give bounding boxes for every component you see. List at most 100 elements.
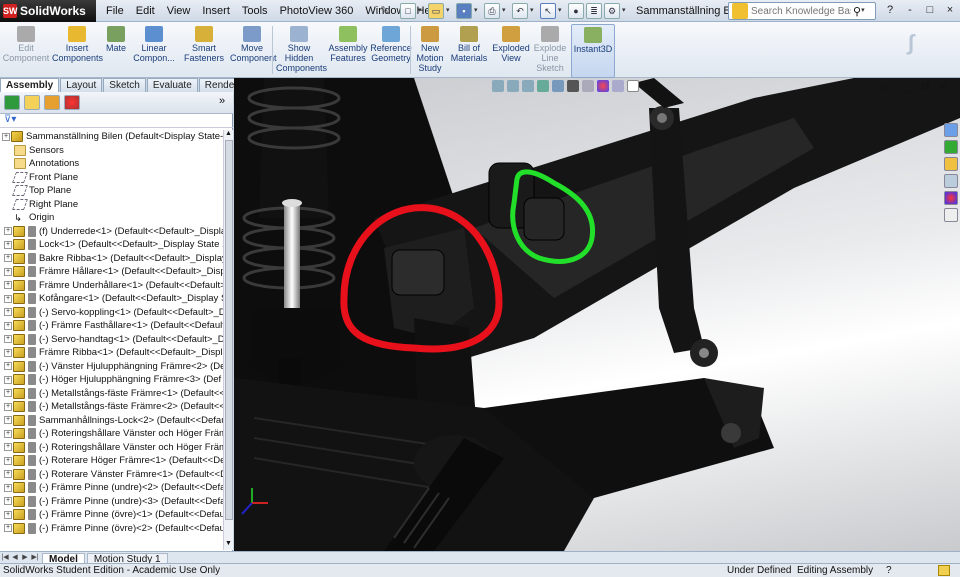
save-dropdown-icon[interactable]: ▾ [474,3,482,19]
tree-scrollbar[interactable]: ▲ ▼ [223,130,233,550]
tree-item[interactable]: Top Plane [4,184,71,197]
solidworks-logo[interactable]: SW SolidWorks [0,0,96,22]
ribbon-linear-pattern-button[interactable]: Linear Compon... [130,24,178,78]
menu-edit[interactable]: Edit [130,5,161,17]
menu-file[interactable]: File [100,5,130,17]
property-manager-tab-icon[interactable] [24,95,40,110]
tree-item[interactable]: Front Plane [4,171,78,184]
ribbon-instant3d-button[interactable]: Instant3D [571,24,615,78]
expand-icon[interactable]: + [4,402,12,411]
ribbon-bom-button[interactable]: Bill of Materials [450,24,488,78]
menu-tools[interactable]: Tools [236,5,274,17]
tab-assembly[interactable]: Assembly [0,78,60,92]
tree-item[interactable]: + (-) Roterare Vänster Främre<1> (Default… [4,468,223,481]
ribbon-show-hidden-button[interactable]: Show Hidden Components [276,24,327,78]
tree-item[interactable]: + Främre Hållare<1> (Default<<Default>_Di… [4,265,223,278]
tree-item[interactable]: + (-) Roteringshållare Vänster och Höger … [4,441,223,454]
prev-tab-icon[interactable]: ◀ [10,553,20,563]
section-view-icon[interactable] [537,80,549,92]
ribbon-motion-study-button[interactable]: New Motion Study [414,24,446,78]
appearances-tab-icon[interactable] [944,191,958,205]
tree-item[interactable]: + Lock<1> (Default<<Default>_Display Stat… [4,238,223,251]
expand-panel-icon[interactable]: » [219,95,225,107]
view-orientation-icon[interactable] [552,80,564,92]
hide-show-items-icon[interactable] [582,80,594,92]
undo-dropdown-icon[interactable]: ▾ [530,3,538,19]
scroll-down-icon[interactable]: ▼ [225,540,232,547]
display-manager-tab-icon[interactable] [64,95,80,110]
tree-item[interactable]: + (-) Främre Fasthållare<1> (Default<<Def… [4,319,223,332]
tree-item[interactable]: + (-) Metallstångs-fäste Främre<2> (Defau… [4,400,223,413]
view-palette-tab-icon[interactable] [944,174,958,188]
expand-icon[interactable]: + [4,240,12,249]
display-style-icon[interactable] [567,80,579,92]
expand-icon[interactable]: + [4,510,12,519]
ribbon-move-component-button[interactable]: Move Component [230,24,277,78]
viewport-minimize-icon[interactable]: _ [904,81,910,93]
tree-item[interactable]: + Bakre Ribba<1> (Default<<Default>_Displ… [4,252,223,265]
tree-item[interactable]: + (-) Höger Hjulupphängning Främre<3> (De… [4,373,221,386]
viewport-restore-icon[interactable]: ▭ [880,81,890,94]
rebuild-traffic-light-icon[interactable]: ● [568,3,584,19]
file-properties-icon[interactable]: ≣ [586,3,602,19]
ribbon-edit-component-button[interactable]: Edit Component [2,24,50,78]
tree-item[interactable]: + (-) Främre Pinne (undre)<3> (Default<<D… [4,495,223,508]
tree-item[interactable]: + (f) Underrede<1> (Default<<Default>_Dis… [4,225,223,238]
options-gear-icon[interactable]: ⚙ [604,3,620,19]
tree-item[interactable]: + (-) Servo-koppling<1> (Default<<Default… [4,306,223,319]
menu-insert[interactable]: Insert [196,5,236,17]
tree-item[interactable]: + Främre Underhållare<1> (Default<<Defaul… [4,279,223,292]
ribbon-assembly-features-button[interactable]: Assembly Features [328,24,368,78]
file-explorer-tab-icon[interactable] [944,157,958,171]
units-icon[interactable]: ? [886,564,892,577]
search-dropdown-icon[interactable]: ▾ [861,3,869,19]
maximize-button[interactable]: □ [922,2,938,18]
edit-appearance-icon[interactable] [597,80,609,92]
expand-icon[interactable]: + [4,362,12,370]
scroll-thumb[interactable] [225,140,233,520]
open-folder-icon[interactable]: ▭ [428,3,444,19]
expand-icon[interactable]: + [4,227,12,235]
view-settings-icon[interactable] [627,80,639,92]
viewport-maximize-icon[interactable]: ⧉ [922,81,930,94]
print-dropdown-icon[interactable]: ▾ [502,3,510,19]
save-icon[interactable]: ▪ [456,3,472,19]
viewport-close-icon[interactable]: × [940,81,946,93]
expand-icon[interactable]: + [4,267,12,276]
expand-icon[interactable]: + [4,294,12,303]
scroll-up-icon[interactable]: ▲ [225,130,232,137]
tree-item[interactable]: + (-) Servo-handtag<1> (Default<<Default>… [4,333,223,346]
print-icon[interactable]: ⎙ [484,3,500,19]
graphics-area[interactable]: ▭ _ ⧉ × [234,78,960,551]
new-document-icon[interactable]: □ [400,3,416,19]
expand-icon[interactable]: + [4,348,12,357]
zoom-to-fit-icon[interactable] [492,80,504,92]
tree-item[interactable]: + Sammanhållnings-Lock<2> (Default<<Defau [4,414,223,427]
tab-model[interactable]: Model [42,552,85,565]
expand-icon[interactable]: + [4,308,12,316]
custom-properties-tab-icon[interactable] [944,208,958,222]
new-dropdown-icon[interactable]: ▾ [418,3,426,19]
ribbon-smart-fasteners-button[interactable]: Smart Fasteners [180,24,228,78]
minimize-button[interactable]: - [902,2,918,18]
ribbon-mate-button[interactable]: Mate [104,24,128,78]
search-input[interactable] [751,5,851,17]
tree-item[interactable]: + (-) Roteringshållare Vänster och Höger … [4,427,223,440]
tab-evaluate[interactable]: Evaluate [146,78,198,92]
tree-item[interactable]: + (-) Främre Pinne (övre)<1> (Default<<De… [4,508,223,521]
close-button[interactable]: × [942,2,958,18]
tree-item[interactable]: + (-) Främre Pinne (undre)<2> (Default<<D… [4,481,223,494]
apply-scene-icon[interactable] [612,80,624,92]
expand-icon[interactable]: + [4,254,12,262]
rebuild-status-icon[interactable] [938,565,950,576]
undo-icon[interactable]: ↶ [512,3,528,19]
select-arrow-icon[interactable]: ↖ [540,3,556,19]
tree-item[interactable]: Right Plane [4,198,78,211]
options-dropdown-icon[interactable]: ▾ [622,3,630,19]
expand-icon[interactable]: + [4,335,12,343]
tab-layout[interactable]: Layout [60,78,103,92]
solidworks-resources-tab-icon[interactable] [944,123,958,137]
design-library-tab-icon[interactable] [944,140,958,154]
expand-icon[interactable]: + [4,497,12,505]
expand-icon[interactable]: + [4,443,12,451]
